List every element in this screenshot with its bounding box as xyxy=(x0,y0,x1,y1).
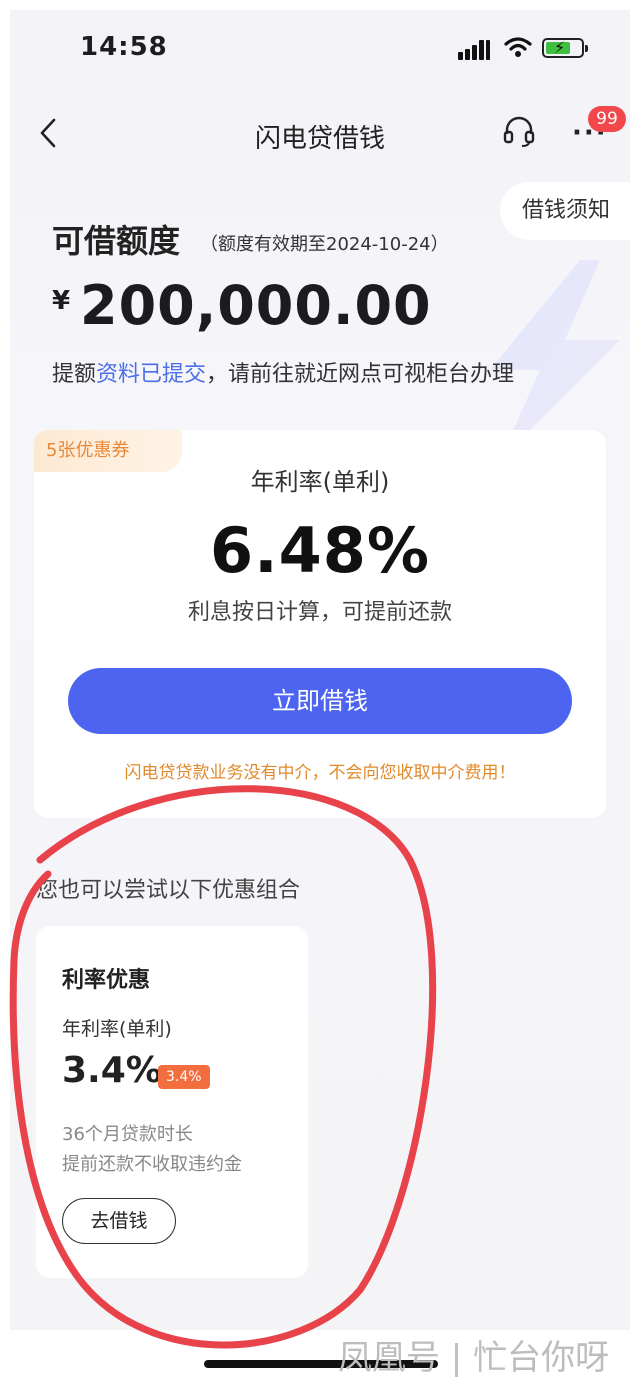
go-borrow-button[interactable]: 去借钱 xyxy=(62,1198,176,1244)
no-agent-warning: 闪电贷贷款业务没有中介，不会向您收取中介费用！ xyxy=(124,763,516,783)
offer-rate-value: 3.4% xyxy=(62,1050,162,1091)
tip-prefix: 提额 xyxy=(52,362,97,387)
borrow-now-button[interactable]: 立即借钱 xyxy=(68,668,572,734)
app-screen: 14:58 ⚡ 闪电贷借钱 ··· 99 借钱须知 可借额度 （额度有效期至20… xyxy=(10,10,630,1330)
offer-title: 利率优惠 xyxy=(62,968,151,993)
battery-icon: ⚡ xyxy=(542,38,588,58)
notification-badge: 99 xyxy=(588,106,626,132)
limit-amount: 200,000.00 xyxy=(80,274,432,337)
page-title: 闪电贷借钱 xyxy=(254,124,385,154)
limit-valid-date: （额度有效期至2024-10-24） xyxy=(200,234,449,255)
offer-prepay-note: 提前还款不收取违约金 xyxy=(62,1154,242,1175)
loan-notice-button[interactable]: 借钱须知 xyxy=(500,182,630,240)
rate-note: 利息按日计算，可提前还款 xyxy=(187,600,452,625)
offer-rate-tag: 3.4% xyxy=(158,1065,210,1089)
alt-offers-title: 您也可以尝试以下优惠组合 xyxy=(36,878,301,903)
offer-rate-label: 年利率(单利) xyxy=(62,1018,172,1040)
rate-value: 6.48% xyxy=(209,514,431,587)
watermark: 凤凰号 | 忙台你呀 xyxy=(338,1338,610,1378)
status-time: 14:58 xyxy=(80,32,168,62)
limit-title: 可借额度 xyxy=(52,222,181,260)
tip-suffix: ，请前往就近网点可视柜台办理 xyxy=(206,362,515,387)
rate-label: 年利率(单利) xyxy=(250,468,390,496)
wifi-icon xyxy=(504,37,532,57)
limit-tip: 提额资料已提交，请前往就近网点可视柜台办理 xyxy=(52,356,514,388)
materials-submitted-link[interactable]: 资料已提交 xyxy=(96,362,206,387)
headset-icon[interactable] xyxy=(502,114,536,148)
offer-term: 36个月贷款时长 xyxy=(62,1124,193,1145)
signal-icon xyxy=(458,40,492,60)
currency-symbol: ¥ xyxy=(52,286,71,316)
